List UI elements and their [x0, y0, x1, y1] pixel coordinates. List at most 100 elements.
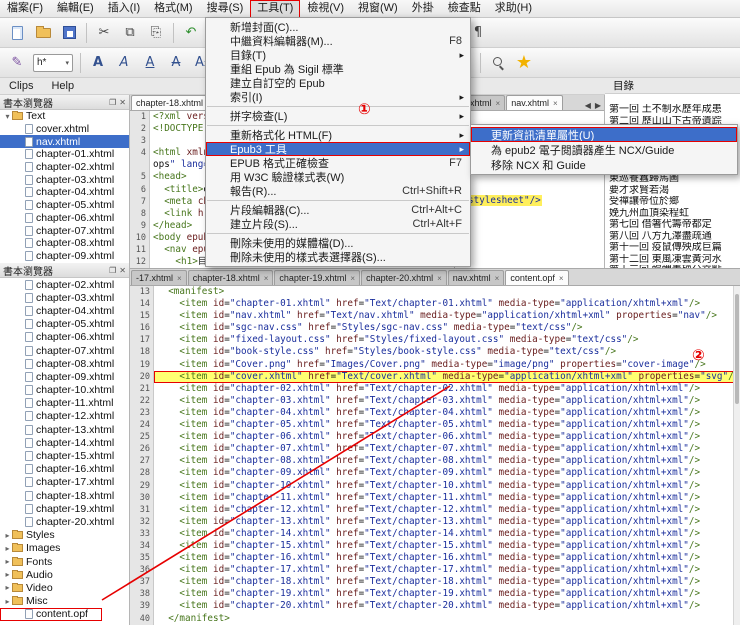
file-chapter-02.xhtml[interactable]: chapter-02.xhtml	[0, 161, 129, 174]
file-chapter-09.xhtml[interactable]: chapter-09.xhtml	[0, 250, 129, 263]
tools-menu-item-5[interactable]: 建立自訂空的 Epub	[206, 76, 470, 90]
tools-menu-item-1[interactable]: 新增封面(C)...	[206, 20, 470, 34]
folder-Audio[interactable]: ▸ Audio	[0, 568, 129, 581]
toc-entry-11[interactable]: 第七回 借箸代籌帝都定	[605, 219, 740, 231]
toc-entry-9[interactable]: 受禪讓帝位於鄉	[605, 196, 740, 208]
tools-menu-item-10[interactable]: 重新格式化 HTML(F) ▸	[206, 128, 470, 143]
tab-close-icon[interactable]: ×	[177, 274, 182, 283]
file-chapter-20.xhtml[interactable]: chapter-20.xhtml	[0, 515, 129, 528]
tab-chapter-18.xhtml[interactable]: chapter-18.xhtml×	[131, 95, 217, 110]
menubar-item-2[interactable]: 編輯(E)	[50, 0, 101, 18]
paste-button[interactable]: ⎘	[144, 21, 168, 45]
float-dock-icon[interactable]: ❐	[109, 98, 116, 107]
epub3-submenu-item-1[interactable]: 更新資訊清單屬性(U)	[471, 127, 737, 142]
tab-close-icon[interactable]: ×	[553, 99, 558, 108]
file-chapter-04.xhtml[interactable]: chapter-04.xhtml	[0, 304, 129, 317]
new-epub-button[interactable]	[5, 21, 29, 45]
folder-Video[interactable]: ▸ Video	[0, 581, 129, 594]
find-replace-button[interactable]	[486, 51, 510, 75]
vertical-scrollbar[interactable]	[733, 286, 740, 625]
file-chapter-18.xhtml[interactable]: chapter-18.xhtml	[0, 489, 129, 502]
menubar-item-1[interactable]: 檔案(F)	[0, 0, 50, 18]
file-chapter-13.xhtml[interactable]: chapter-13.xhtml	[0, 423, 129, 436]
menubar-item-9[interactable]: 外掛	[405, 0, 441, 18]
epub3-submenu-item-3[interactable]: 移除 NCX 和 Guide	[471, 157, 737, 172]
folder-Fonts[interactable]: ▸ Fonts	[0, 555, 129, 568]
tools-menu-item-14[interactable]: 報告(R)... Ctrl+Shift+R	[206, 184, 470, 198]
tab-close-icon[interactable]: ×	[495, 274, 500, 283]
file-chapter-16.xhtml[interactable]: chapter-16.xhtml	[0, 463, 129, 476]
underline-button[interactable]: A	[138, 51, 162, 75]
tab-close-icon[interactable]: ×	[437, 274, 442, 283]
tools-menu-item-17[interactable]: 建立片段(S)... Ctrl+Alt+F	[206, 217, 470, 231]
menubar-item-8[interactable]: 視窗(W)	[351, 0, 405, 18]
file-cover.xhtml[interactable]: cover.xhtml	[0, 123, 129, 136]
tab-chapter-18.xhtml[interactable]: chapter-18.xhtml×	[187, 270, 274, 285]
tools-menu-item-20[interactable]: 刪除未使用的樣式表選擇器(S)...	[206, 250, 470, 264]
strikethrough-button[interactable]: A	[164, 51, 188, 75]
italic-button[interactable]: A	[112, 51, 136, 75]
clips-combo[interactable]: h* ▾	[33, 53, 73, 72]
tools-menu-item-8[interactable]: 拼字檢查(L) ▸	[206, 109, 470, 124]
toc-entry-13[interactable]: 第十一回 疫鼠傳殃成巨篇	[605, 242, 740, 254]
tab-nav.xhtml[interactable]: nav.xhtml ×	[447, 270, 505, 285]
file-chapter-01.xhtml[interactable]: chapter-01.xhtml	[0, 148, 129, 161]
file-chapter-08.xhtml[interactable]: chapter-08.xhtml	[0, 237, 129, 250]
scroll-right-icon[interactable]: ▶	[595, 101, 601, 110]
menubar-item-7[interactable]: 檢視(V)	[300, 0, 351, 18]
toc-entry-8[interactable]: 要才求賢若渴	[605, 185, 740, 197]
file-chapter-03.xhtml[interactable]: chapter-03.xhtml	[0, 291, 129, 304]
scrollbar-thumb[interactable]	[735, 294, 739, 404]
tools-menu-item-12[interactable]: EPUB 格式正確檢查 F7	[206, 156, 470, 170]
file-chapter-02.xhtml[interactable]: chapter-02.xhtml	[0, 278, 129, 291]
file-chapter-05.xhtml[interactable]: chapter-05.xhtml	[0, 199, 129, 212]
file-chapter-06.xhtml[interactable]: chapter-06.xhtml	[0, 212, 129, 225]
tab-close-icon[interactable]: ×	[350, 274, 355, 283]
file-chapter-04.xhtml[interactable]: chapter-04.xhtml	[0, 186, 129, 199]
tools-menu-item-11[interactable]: Epub3 工具 ▸	[206, 142, 470, 156]
file-chapter-17.xhtml[interactable]: chapter-17.xhtml	[0, 476, 129, 489]
file-chapter-15.xhtml[interactable]: chapter-15.xhtml	[0, 449, 129, 462]
toc-entry-12[interactable]: 第八回 八方九澤盡疏通	[605, 231, 740, 243]
menubar-item-6[interactable]: 工具(T)	[250, 0, 301, 18]
tools-menu-item-6[interactable]: 索引(I) ▸	[206, 90, 470, 105]
tab-content.opf[interactable]: content.opf ×	[505, 270, 569, 285]
tab-close-icon[interactable]: ×	[559, 274, 564, 283]
open-button[interactable]	[31, 21, 55, 45]
file-chapter-19.xhtml[interactable]: chapter-19.xhtml	[0, 502, 129, 515]
tab-chapter-19.xhtml[interactable]: chapter-19.xhtml ×	[274, 270, 361, 285]
tab-nav.xhtml[interactable]: nav.xhtml ×	[506, 95, 563, 110]
file-chapter-05.xhtml[interactable]: chapter-05.xhtml	[0, 318, 129, 331]
file-chapter-06.xhtml[interactable]: chapter-06.xhtml	[0, 331, 129, 344]
menubar-item-3[interactable]: 插入(I)	[101, 0, 147, 18]
file-nav.xhtml[interactable]: nav.xhtml	[0, 135, 129, 149]
bold-button[interactable]: A	[86, 51, 110, 75]
toc-entry-1[interactable]: 第一回 土不制水歷年成患	[605, 104, 740, 116]
tools-menu-item-2[interactable]: 中繼資料編輯器(M)... F8	[206, 34, 470, 48]
menubar-item-4[interactable]: 格式(M)	[147, 0, 200, 18]
folder-Misc[interactable]: ▸ Misc	[0, 595, 129, 608]
copy-button[interactable]: ⧉	[118, 21, 142, 45]
toc-entry-10[interactable]: 娩九州血頂染程虹	[605, 208, 740, 220]
folder-Text[interactable]: ▾ Text	[0, 110, 129, 123]
clips-dock-tab[interactable]: Clips	[0, 80, 42, 92]
tab-close-icon[interactable]: ×	[264, 274, 269, 283]
clip-editor-button[interactable]: ✎	[5, 51, 29, 75]
tab-close-icon[interactable]: ×	[496, 99, 501, 108]
menubar-item-5[interactable]: 搜尋(S)	[200, 0, 251, 18]
file-chapter-07.xhtml[interactable]: chapter-07.xhtml	[0, 344, 129, 357]
file-chapter-14.xhtml[interactable]: chapter-14.xhtml	[0, 436, 129, 449]
menubar-item-10[interactable]: 檢查點	[441, 0, 488, 18]
file-chapter-08.xhtml[interactable]: chapter-08.xhtml	[0, 357, 129, 370]
epub3-submenu-item-2[interactable]: 為 epub2 電子閱讀器產生 NCX/Guide	[471, 142, 737, 157]
help-dock-tab[interactable]: Help	[42, 80, 83, 92]
file-chapter-11.xhtml[interactable]: chapter-11.xhtml	[0, 397, 129, 410]
code-editor-opf[interactable]: 13 <manifest> 14 <item id="chapter-01.xht…	[130, 286, 740, 625]
undo-button[interactable]: ↶	[179, 21, 203, 45]
close-dock-icon[interactable]: ✕	[119, 266, 126, 275]
save-button[interactable]	[57, 21, 81, 45]
float-dock-icon[interactable]: ❐	[109, 266, 116, 275]
tools-menu-item-19[interactable]: 刪除未使用的媒體檔(D)...	[206, 236, 470, 250]
tab--17.xhtml[interactable]: -17.xhtml ×	[131, 270, 187, 285]
tools-menu-item-3[interactable]: 目錄(T) ▸	[206, 48, 470, 63]
